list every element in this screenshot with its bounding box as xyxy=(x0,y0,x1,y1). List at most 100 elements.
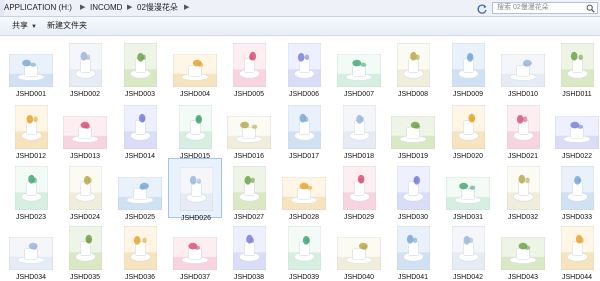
file-item[interactable]: JSHD007 xyxy=(332,36,386,98)
file-item[interactable]: JSHD030 xyxy=(386,158,440,221)
file-item[interactable]: JSHD018 xyxy=(332,99,386,160)
file-name: JSHD042 xyxy=(453,274,483,281)
file-thumbnail xyxy=(287,105,321,149)
file-name: JSHD006 xyxy=(289,91,319,98)
file-thumbnail xyxy=(68,43,102,87)
file-thumbnail xyxy=(396,226,430,270)
file-item[interactable]: JSHD008 xyxy=(386,36,440,98)
file-thumbnail xyxy=(63,116,107,149)
file-item[interactable]: JSHD037 xyxy=(168,220,222,281)
file-thumbnail xyxy=(451,226,485,270)
file-item[interactable]: JSHD024 xyxy=(58,158,112,221)
file-item[interactable]: JSHD011 xyxy=(550,36,600,98)
file-item[interactable]: JSHD034 xyxy=(4,220,58,281)
file-thumbnail xyxy=(506,105,540,149)
file-item[interactable]: JSHD039 xyxy=(277,220,331,281)
file-item[interactable]: JSHD012 xyxy=(4,99,58,160)
file-name: JSHD011 xyxy=(562,91,592,98)
breadcrumb-drive[interactable]: APPLICATION (H:) xyxy=(4,0,72,16)
file-item[interactable]: JSHD021 xyxy=(496,99,550,160)
file-item[interactable]: JSHD019 xyxy=(386,99,440,160)
file-name: JSHD037 xyxy=(180,274,210,281)
search-icon[interactable] xyxy=(586,4,595,13)
file-thumbnail xyxy=(232,226,266,270)
breadcrumb-separator-icon[interactable]: ▶ xyxy=(127,0,132,16)
file-item[interactable]: JSHD027 xyxy=(222,158,276,221)
file-item[interactable]: JSHD041 xyxy=(386,220,440,281)
file-item[interactable]: JSHD023 xyxy=(4,158,58,221)
file-item[interactable]: JSHD002 xyxy=(58,36,112,98)
file-item[interactable]: JSHD026 xyxy=(168,158,222,222)
file-thumbnail xyxy=(560,226,594,270)
command-toolbar: 共享 ▼ 新建文件夹 xyxy=(0,17,600,36)
refresh-icon[interactable] xyxy=(476,2,488,14)
file-name: JSHD034 xyxy=(16,274,46,281)
file-item[interactable]: JSHD017 xyxy=(277,99,331,160)
file-thumbnail xyxy=(173,54,217,87)
share-label: 共享 xyxy=(12,21,28,30)
file-item[interactable]: JSHD005 xyxy=(222,36,276,98)
file-thumbnail xyxy=(14,166,48,210)
file-item[interactable]: JSHD004 xyxy=(168,36,222,98)
file-item[interactable]: JSHD033 xyxy=(550,158,600,221)
file-thumbnail xyxy=(173,237,217,270)
file-name: JSHD040 xyxy=(344,274,374,281)
file-thumbnail xyxy=(123,43,157,87)
file-item[interactable]: JSHD015 xyxy=(168,99,222,160)
file-item[interactable]: JSHD036 xyxy=(113,220,167,281)
file-item[interactable]: JSHD013 xyxy=(58,99,112,160)
file-item[interactable]: JSHD044 xyxy=(550,220,600,281)
file-name: JSHD038 xyxy=(234,274,264,281)
file-item[interactable]: JSHD029 xyxy=(332,158,386,221)
file-thumbnail xyxy=(282,177,326,210)
file-thumbnail xyxy=(123,105,157,149)
file-name: JSHD005 xyxy=(234,91,264,98)
file-item[interactable]: JSHD032 xyxy=(496,158,550,221)
file-item[interactable]: JSHD043 xyxy=(496,220,550,281)
search-placeholder: 搜索 02慢漫花朵 xyxy=(497,4,549,11)
file-thumbnail xyxy=(287,43,321,87)
chevron-down-icon: ▼ xyxy=(31,24,37,30)
file-item[interactable]: JSHD014 xyxy=(113,99,167,160)
file-item[interactable]: JSHD042 xyxy=(441,220,495,281)
file-item[interactable]: JSHD028 xyxy=(277,158,331,221)
search-input[interactable]: 搜索 02慢漫花朵 xyxy=(492,2,598,14)
new-folder-button[interactable]: 新建文件夹 xyxy=(44,17,90,35)
file-thumbnail xyxy=(555,116,599,149)
file-name: JSHD004 xyxy=(180,91,210,98)
file-item[interactable]: JSHD038 xyxy=(222,220,276,281)
breadcrumb-folder-incomd[interactable]: INCOMD xyxy=(90,0,122,16)
file-item[interactable]: JSHD022 xyxy=(550,99,600,160)
file-item[interactable]: JSHD006 xyxy=(277,36,331,98)
file-item[interactable]: JSHD009 xyxy=(441,36,495,98)
file-name: JSHD036 xyxy=(125,274,155,281)
breadcrumb-folder-current[interactable]: 02慢漫花朵 xyxy=(137,0,178,16)
file-name: JSHD044 xyxy=(562,274,592,281)
file-item[interactable]: JSHD010 xyxy=(496,36,550,98)
address-bar: APPLICATION (H:) ▶ INCOMD ▶ 02慢漫花朵 ▶ 搜索 … xyxy=(0,0,600,17)
file-thumbnail xyxy=(342,105,376,149)
breadcrumb-separator-icon[interactable]: ▶ xyxy=(184,0,189,16)
file-thumbnail xyxy=(391,116,435,149)
breadcrumb-separator-icon[interactable]: ▶ xyxy=(80,0,85,16)
file-thumbnail xyxy=(451,43,485,87)
file-name: JSHD010 xyxy=(508,91,538,98)
file-thumbnail xyxy=(232,166,266,210)
file-thumbnail xyxy=(506,166,540,210)
file-item[interactable]: JSHD025 xyxy=(113,158,167,221)
file-thumbnail xyxy=(451,105,485,149)
file-item[interactable]: JSHD040 xyxy=(332,220,386,281)
file-thumbnail xyxy=(446,177,490,210)
file-item[interactable]: JSHD035 xyxy=(58,220,112,281)
file-item[interactable]: JSHD001 xyxy=(4,36,58,98)
share-button[interactable]: 共享 ▼ xyxy=(9,17,40,35)
file-item[interactable]: JSHD016 xyxy=(222,99,276,160)
file-grid: JSHD001 JSHD002 JSHD003 JSHD004 JSHD005 JSHD0… xyxy=(0,36,600,281)
file-name: JSHD039 xyxy=(289,274,319,281)
file-item[interactable]: JSHD031 xyxy=(441,158,495,221)
file-item[interactable]: JSHD020 xyxy=(441,99,495,160)
file-thumbnail xyxy=(501,54,545,87)
file-name: JSHD041 xyxy=(398,274,428,281)
file-item[interactable]: JSHD003 xyxy=(113,36,167,98)
file-name: JSHD002 xyxy=(70,91,100,98)
